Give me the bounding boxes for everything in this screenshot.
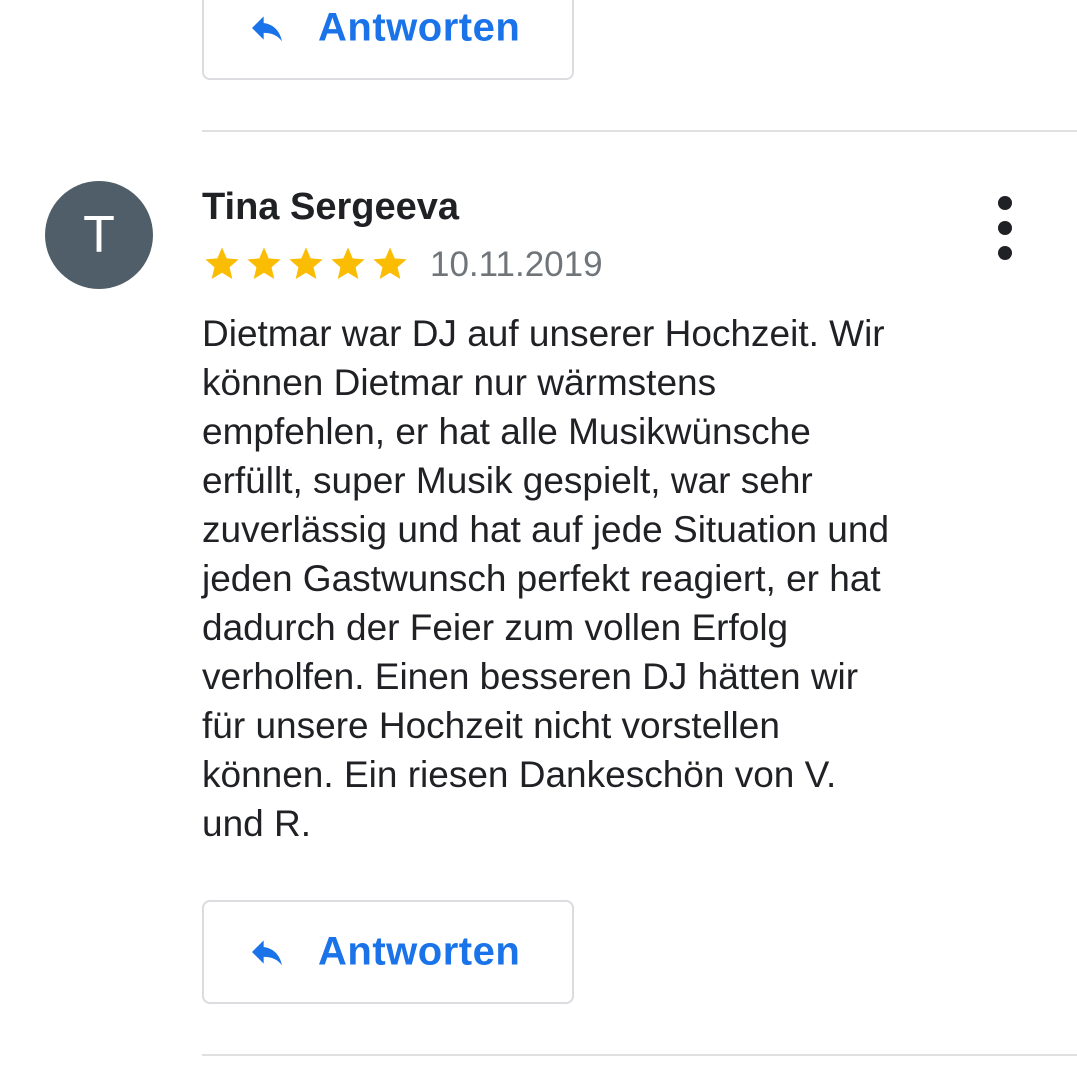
star-icon (373, 247, 407, 279)
reply-button-previous[interactable]: Antworten (202, 0, 574, 80)
star-rating (202, 244, 410, 286)
review-divider (202, 1054, 1077, 1056)
review-text-line: empfehlen, er hat alle Musikwünsche (202, 411, 811, 452)
reply-button-label: Antworten (318, 5, 521, 50)
star-icon (205, 247, 239, 279)
review-text-line: jeden Gastwunsch perfekt reagiert, er ha… (202, 558, 881, 599)
review-text-line: verholfen. Einen besseren DJ hätten wir (202, 656, 859, 697)
author-name[interactable]: Tina Sergeeva (202, 186, 459, 229)
reply-button-label: Antworten (318, 929, 521, 974)
review-text-line: Dietmar war DJ auf unserer Hochzeit. Wir (202, 313, 885, 354)
star-icon (331, 247, 365, 279)
star-icon (289, 247, 323, 279)
reply-button[interactable]: Antworten (202, 900, 574, 1004)
review-text-line: können Dietmar nur wärmstens (202, 362, 717, 403)
review-text-line: für unsere Hochzeit nicht vorstellen (202, 705, 780, 746)
avatar-initial: T (83, 206, 115, 264)
review-date: 10.11.2019 (430, 245, 603, 284)
review-divider (202, 130, 1077, 132)
avatar[interactable]: T (45, 181, 153, 289)
more-vertical-icon[interactable] (985, 196, 1025, 260)
review-text-line: zuverlässig und hat auf jede Situation u… (202, 509, 890, 550)
reply-arrow-icon (252, 16, 282, 42)
review-text-line: dadurch der Feier zum vollen Erfolg (202, 607, 789, 648)
review-text: Dietmar war DJ auf unserer Hochzeit. Wir… (202, 309, 1022, 848)
review-text-line: können. Ein riesen Dankeschön von V. (202, 754, 837, 795)
reply-arrow-icon (252, 940, 282, 966)
review-text-line: und R. (202, 803, 312, 844)
star-icon (247, 247, 281, 279)
review-text-line: erfüllt, super Musik gespielt, war sehr (202, 460, 813, 501)
